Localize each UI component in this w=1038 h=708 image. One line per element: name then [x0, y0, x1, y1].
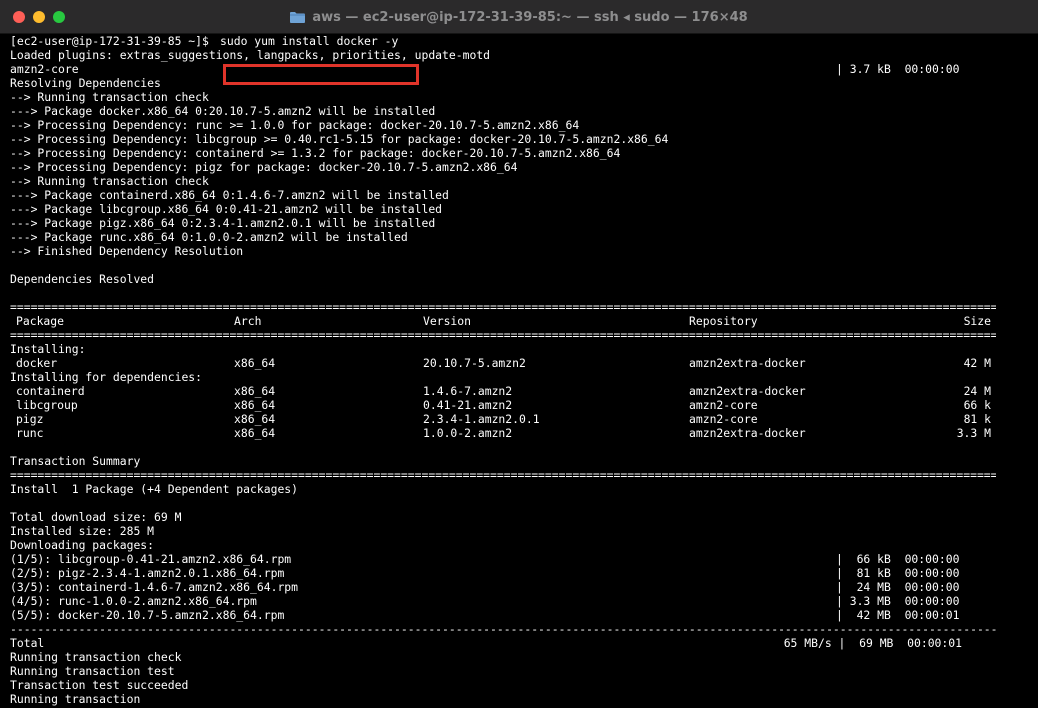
folder-icon: [290, 12, 306, 23]
output-line: ---> Package runc.x86_64 0:1.0.0-2.amzn2…: [10, 230, 408, 244]
download-meta: | 3.3 MB 00:00:00: [836, 594, 960, 608]
title-wrap: aws — ec2-user@ip-172-31-39-85:~ — ssh ◂…: [0, 0, 1038, 34]
cell-package: containerd: [16, 384, 85, 398]
header-repository: Repository: [689, 314, 758, 328]
output-line: --> Processing Dependency: containerd >=…: [10, 146, 621, 160]
cell-version: 1.0.0-2.amzn2: [423, 426, 513, 440]
cell-repository: amzn2extra-docker: [689, 384, 806, 398]
cell-version: 2.3.4-1.amzn2.0.1: [423, 412, 540, 426]
download-meta: | 24 MB 00:00:00: [836, 580, 960, 594]
download-meta: | 42 MB 00:00:01: [836, 608, 960, 622]
prompt-user-host: [ec2-user@ip-172-31-39-85 ~]$: [10, 34, 216, 48]
output-line: Dependencies Resolved: [10, 272, 155, 286]
output-line: Resolving Dependencies: [10, 76, 161, 90]
install-summary: Install 1 Package (+4 Dependent packages…: [10, 482, 299, 496]
header-version: Version: [423, 314, 472, 328]
output-line: --> Processing Dependency: pigz for pack…: [10, 160, 518, 174]
cell-size: 3.3 M: [956, 426, 991, 440]
download-file: (1/5): libcgroup-0.41-21.amzn2.x86_64.rp…: [10, 552, 292, 566]
cell-repository: amzn2-core: [689, 412, 758, 426]
output-line: --> Processing Dependency: runc >= 1.0.0…: [10, 118, 580, 132]
total-label: Total: [10, 636, 45, 650]
output-line: amzn2-core: [10, 62, 79, 76]
single-rule: ----------------------------------------…: [10, 622, 996, 636]
cell-arch: x86_64: [234, 356, 276, 370]
output-line: ---> Package pigz.x86_64 0:2.3.4-1.amzn2…: [10, 216, 436, 230]
download-file: (5/5): docker-20.10.7-5.amzn2.x86_64.rpm: [10, 608, 285, 622]
output-line: ---> Package docker.x86_64 0:20.10.7-5.a…: [10, 104, 436, 118]
cell-version: 0.41-21.amzn2: [423, 398, 513, 412]
output-line: --> Processing Dependency: libcgroup >= …: [10, 132, 669, 146]
cell-arch: x86_64: [234, 398, 276, 412]
repo-meta: | 3.7 kB 00:00:00: [836, 62, 960, 76]
total-meta: 65 MB/s | 69 MB 00:00:01: [783, 636, 962, 650]
deps-label: Installing for dependencies:: [10, 370, 203, 384]
cell-arch: x86_64: [234, 384, 276, 398]
double-rule: ========================================…: [10, 300, 996, 314]
cell-version: 20.10.7-5.amzn2: [423, 356, 526, 370]
header-package: Package: [16, 314, 65, 328]
downloading-label: Downloading packages:: [10, 538, 155, 552]
download-meta: | 66 kB 00:00:00: [836, 552, 960, 566]
output-line: --> Running transaction check: [10, 90, 209, 104]
cell-repository: amzn2extra-docker: [689, 356, 806, 370]
cell-size: 24 M: [963, 384, 991, 398]
output-line: ---> Package libcgroup.x86_64 0:0.41-21.…: [10, 202, 443, 216]
terminal-output[interactable]: [ec2-user@ip-172-31-39-85 ~]$ sudo yum i…: [10, 34, 1034, 708]
window-title: aws — ec2-user@ip-172-31-39-85:~ — ssh ◂…: [312, 9, 748, 25]
output-line: --> Finished Dependency Resolution: [10, 244, 244, 258]
double-rule: ========================================…: [10, 328, 996, 342]
output-line: --> Running transaction check: [10, 174, 209, 188]
header-arch: Arch: [234, 314, 262, 328]
total-download-size: Total download size: 69 M: [10, 510, 182, 524]
summary-title: Transaction Summary: [10, 454, 141, 468]
cell-size: 42 M: [963, 356, 991, 370]
cell-version: 1.4.6-7.amzn2: [423, 384, 513, 398]
cell-package: docker: [16, 356, 58, 370]
output-line: Loaded plugins: extras_suggestions, lang…: [10, 48, 491, 62]
download-file: (4/5): runc-1.0.0-2.amzn2.x86_64.rpm: [10, 594, 257, 608]
output-line: ---> Package containerd.x86_64 0:1.4.6-7…: [10, 188, 449, 202]
cell-package: runc: [16, 426, 44, 440]
header-size: Size: [963, 314, 991, 328]
command-highlight-box: [223, 64, 419, 85]
output-line: Running transaction check: [10, 650, 182, 664]
cell-package: libcgroup: [16, 398, 78, 412]
prompt-command: sudo yum install docker -y: [220, 34, 399, 48]
title-bar: aws — ec2-user@ip-172-31-39-85:~ — ssh ◂…: [0, 0, 1038, 34]
terminal-window: aws — ec2-user@ip-172-31-39-85:~ — ssh ◂…: [0, 0, 1038, 708]
output-line: Transaction test succeeded: [10, 678, 189, 692]
installing-label: Installing:: [10, 342, 86, 356]
cell-size: 66 k: [963, 398, 991, 412]
cell-arch: x86_64: [234, 412, 276, 426]
cell-repository: amzn2-core: [689, 398, 758, 412]
download-meta: | 81 kB 00:00:00: [836, 566, 960, 580]
download-file: (3/5): containerd-1.4.6-7.amzn2.x86_64.r…: [10, 580, 299, 594]
cell-size: 81 k: [963, 412, 991, 426]
cell-arch: x86_64: [234, 426, 276, 440]
cell-package: pigz: [16, 412, 44, 426]
output-line: Running transaction test: [10, 664, 175, 678]
output-line: Running transaction: [10, 692, 141, 706]
double-rule: ========================================…: [10, 468, 996, 482]
download-file: (2/5): pigz-2.3.4-1.amzn2.0.1.x86_64.rpm: [10, 566, 285, 580]
cell-repository: amzn2extra-docker: [689, 426, 806, 440]
installed-size: Installed size: 285 M: [10, 524, 155, 538]
